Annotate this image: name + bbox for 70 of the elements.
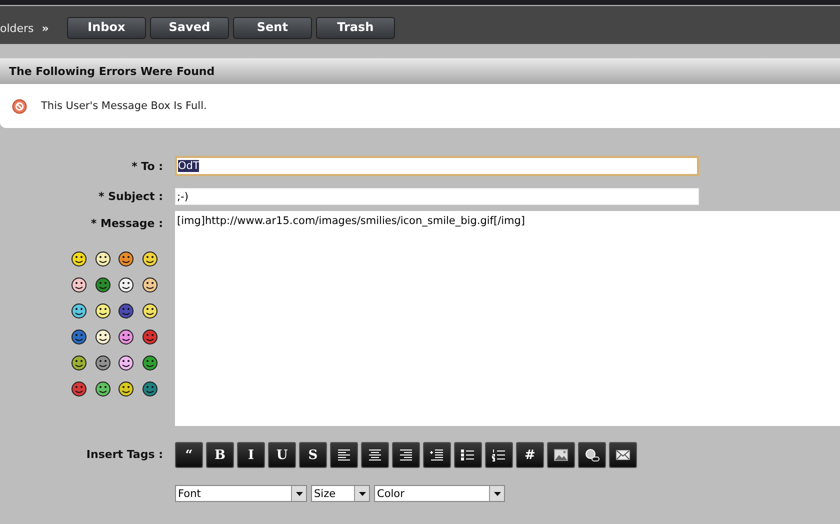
globe-link-icon bbox=[584, 448, 600, 462]
error-icon bbox=[12, 98, 27, 114]
smiley-icon[interactable] bbox=[118, 277, 134, 293]
align-right-icon bbox=[398, 448, 414, 462]
error-panel-title: The Following Errors Were Found bbox=[0, 58, 840, 84]
smiley-icon[interactable] bbox=[142, 381, 158, 397]
format-button[interactable]: # bbox=[516, 442, 544, 468]
smiley-icon[interactable] bbox=[71, 251, 87, 267]
format-button[interactable]: U bbox=[268, 442, 296, 468]
smiley-icon[interactable] bbox=[142, 303, 158, 319]
smiley-icon[interactable] bbox=[118, 251, 134, 267]
image-button[interactable] bbox=[547, 442, 575, 468]
smiley-icon[interactable] bbox=[118, 355, 134, 371]
smiley-icon[interactable] bbox=[118, 303, 134, 319]
envelope-icon bbox=[615, 448, 631, 462]
breadcrumb-separator: » bbox=[42, 22, 49, 34]
align-center-icon bbox=[367, 448, 383, 462]
dropdown[interactable]: Color bbox=[374, 485, 505, 502]
smiley-icon[interactable] bbox=[94, 251, 110, 267]
smiley-icon[interactable] bbox=[94, 381, 110, 397]
smiley-icon[interactable] bbox=[118, 329, 134, 345]
smiley-icon[interactable] bbox=[71, 277, 87, 293]
dropdown[interactable]: Size bbox=[311, 485, 370, 502]
bulleted-list-icon bbox=[460, 448, 476, 462]
align-center-button[interactable] bbox=[361, 442, 389, 468]
format-button[interactable]: B bbox=[206, 442, 234, 468]
indent-button[interactable] bbox=[423, 442, 451, 468]
breadcrumb-link[interactable]: olders bbox=[0, 22, 34, 34]
format-button[interactable]: S bbox=[299, 442, 327, 468]
smiley-icon[interactable] bbox=[71, 303, 87, 319]
globe-link-button[interactable] bbox=[578, 442, 606, 468]
field-label: * Subject : bbox=[98, 190, 164, 203]
numbered-list-icon bbox=[491, 448, 507, 462]
error-message: This User's Message Box Is Full. bbox=[41, 100, 207, 112]
smiley-icon[interactable] bbox=[142, 329, 158, 345]
message-textarea[interactable]: [img]http://www.ar15.com/images/smilies/icon_smile_big.gif[/img] bbox=[175, 211, 840, 426]
field-label: * Message : bbox=[90, 217, 164, 230]
indent-icon bbox=[429, 448, 445, 462]
dropdown[interactable]: Font bbox=[175, 485, 307, 502]
image-icon bbox=[553, 448, 569, 462]
smiley-icon[interactable] bbox=[94, 329, 110, 345]
smiley-icon[interactable] bbox=[142, 355, 158, 371]
caret-icon bbox=[358, 492, 366, 496]
smiley-icon[interactable] bbox=[142, 251, 158, 267]
format-button[interactable]: “ bbox=[175, 442, 203, 468]
field-label: * To : bbox=[132, 160, 164, 172]
smiley-icon[interactable] bbox=[142, 277, 158, 293]
align-left-icon bbox=[336, 448, 352, 462]
caret-icon bbox=[494, 492, 500, 496]
align-right-button[interactable] bbox=[392, 442, 420, 468]
align-left-button[interactable] bbox=[330, 442, 358, 468]
bulleted-list-button[interactable] bbox=[454, 442, 482, 468]
folder-button[interactable]: Trash bbox=[316, 17, 395, 39]
numbered-list-button[interactable] bbox=[485, 442, 513, 468]
folder-button[interactable]: Saved bbox=[150, 17, 229, 39]
folder-button[interactable]: Sent bbox=[232, 17, 312, 39]
smiley-icon[interactable] bbox=[94, 303, 110, 319]
smiley-icon[interactable] bbox=[94, 277, 110, 293]
input-field[interactable]: OdT bbox=[175, 156, 699, 176]
format-button[interactable]: I bbox=[237, 442, 265, 468]
envelope-button[interactable] bbox=[609, 442, 637, 468]
input-field[interactable]: ;-) bbox=[175, 188, 699, 205]
folder-button[interactable]: Inbox bbox=[66, 17, 146, 39]
smiley-icon[interactable] bbox=[118, 381, 134, 397]
smiley-icon[interactable] bbox=[71, 329, 87, 345]
field-label: Insert Tags : bbox=[86, 448, 164, 461]
smiley-icon[interactable] bbox=[71, 355, 87, 371]
smiley-icon[interactable] bbox=[94, 355, 110, 371]
caret-icon bbox=[296, 492, 302, 496]
smiley-icon[interactable] bbox=[71, 381, 87, 397]
